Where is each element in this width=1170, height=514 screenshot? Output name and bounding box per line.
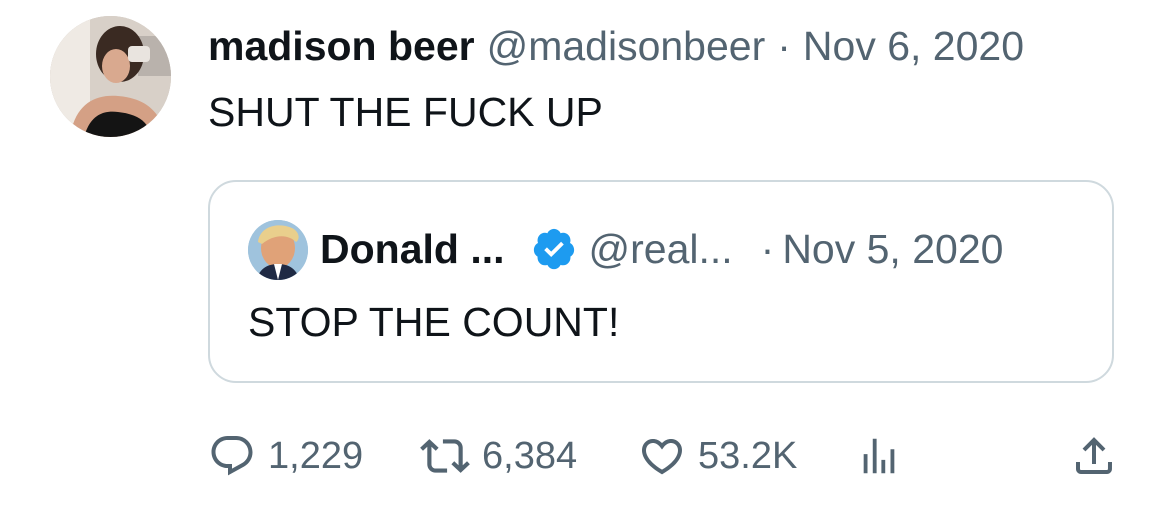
analytics-button[interactable] [856, 428, 902, 484]
retweet-count: 6,384 [482, 434, 578, 477]
retweet-icon [420, 431, 470, 481]
quoted-tweet-header: Donald ... @real... · Nov 5, 2020 [320, 224, 1100, 274]
author-display-name[interactable]: madison beer [208, 22, 475, 70]
verified-badge-icon [531, 226, 577, 272]
analytics-icon [856, 433, 902, 479]
tweet-actions-bar: 1,229 6,384 53.2K [208, 428, 1118, 484]
reply-count: 1,229 [268, 434, 364, 477]
tweet-date[interactable]: Nov 6, 2020 [803, 22, 1024, 70]
quoted-author-display-name[interactable]: Donald ... [320, 224, 505, 274]
quoted-author-avatar[interactable] [248, 220, 308, 280]
like-button[interactable]: 53.2K [638, 428, 797, 484]
reply-icon [208, 432, 256, 480]
quoted-tweet-date[interactable]: Nov 5, 2020 [782, 224, 1003, 274]
tweet-header: madison beer @madisonbeer · Nov 6, 2020 [208, 22, 1024, 70]
author-handle[interactable]: @madisonbeer [487, 22, 766, 70]
author-avatar-image [50, 16, 171, 137]
like-count: 53.2K [698, 434, 798, 477]
quoted-author-avatar-image [248, 220, 308, 280]
share-button[interactable] [1070, 428, 1118, 484]
header-separator: · [777, 23, 791, 69]
heart-icon [638, 432, 686, 480]
share-icon [1070, 432, 1118, 480]
quoted-author-handle[interactable]: @real... [589, 224, 733, 274]
quoted-header-separator: · [760, 226, 775, 272]
quoted-tweet-card[interactable]: Donald ... @real... · Nov 5, 2020 STOP T… [208, 180, 1114, 383]
retweet-button[interactable]: 6,384 [420, 428, 577, 484]
quoted-tweet-text: STOP THE COUNT! [248, 299, 620, 345]
tweet-text: SHUT THE FUCK UP [208, 89, 603, 135]
author-avatar[interactable] [50, 16, 171, 137]
reply-button[interactable]: 1,229 [208, 428, 363, 484]
